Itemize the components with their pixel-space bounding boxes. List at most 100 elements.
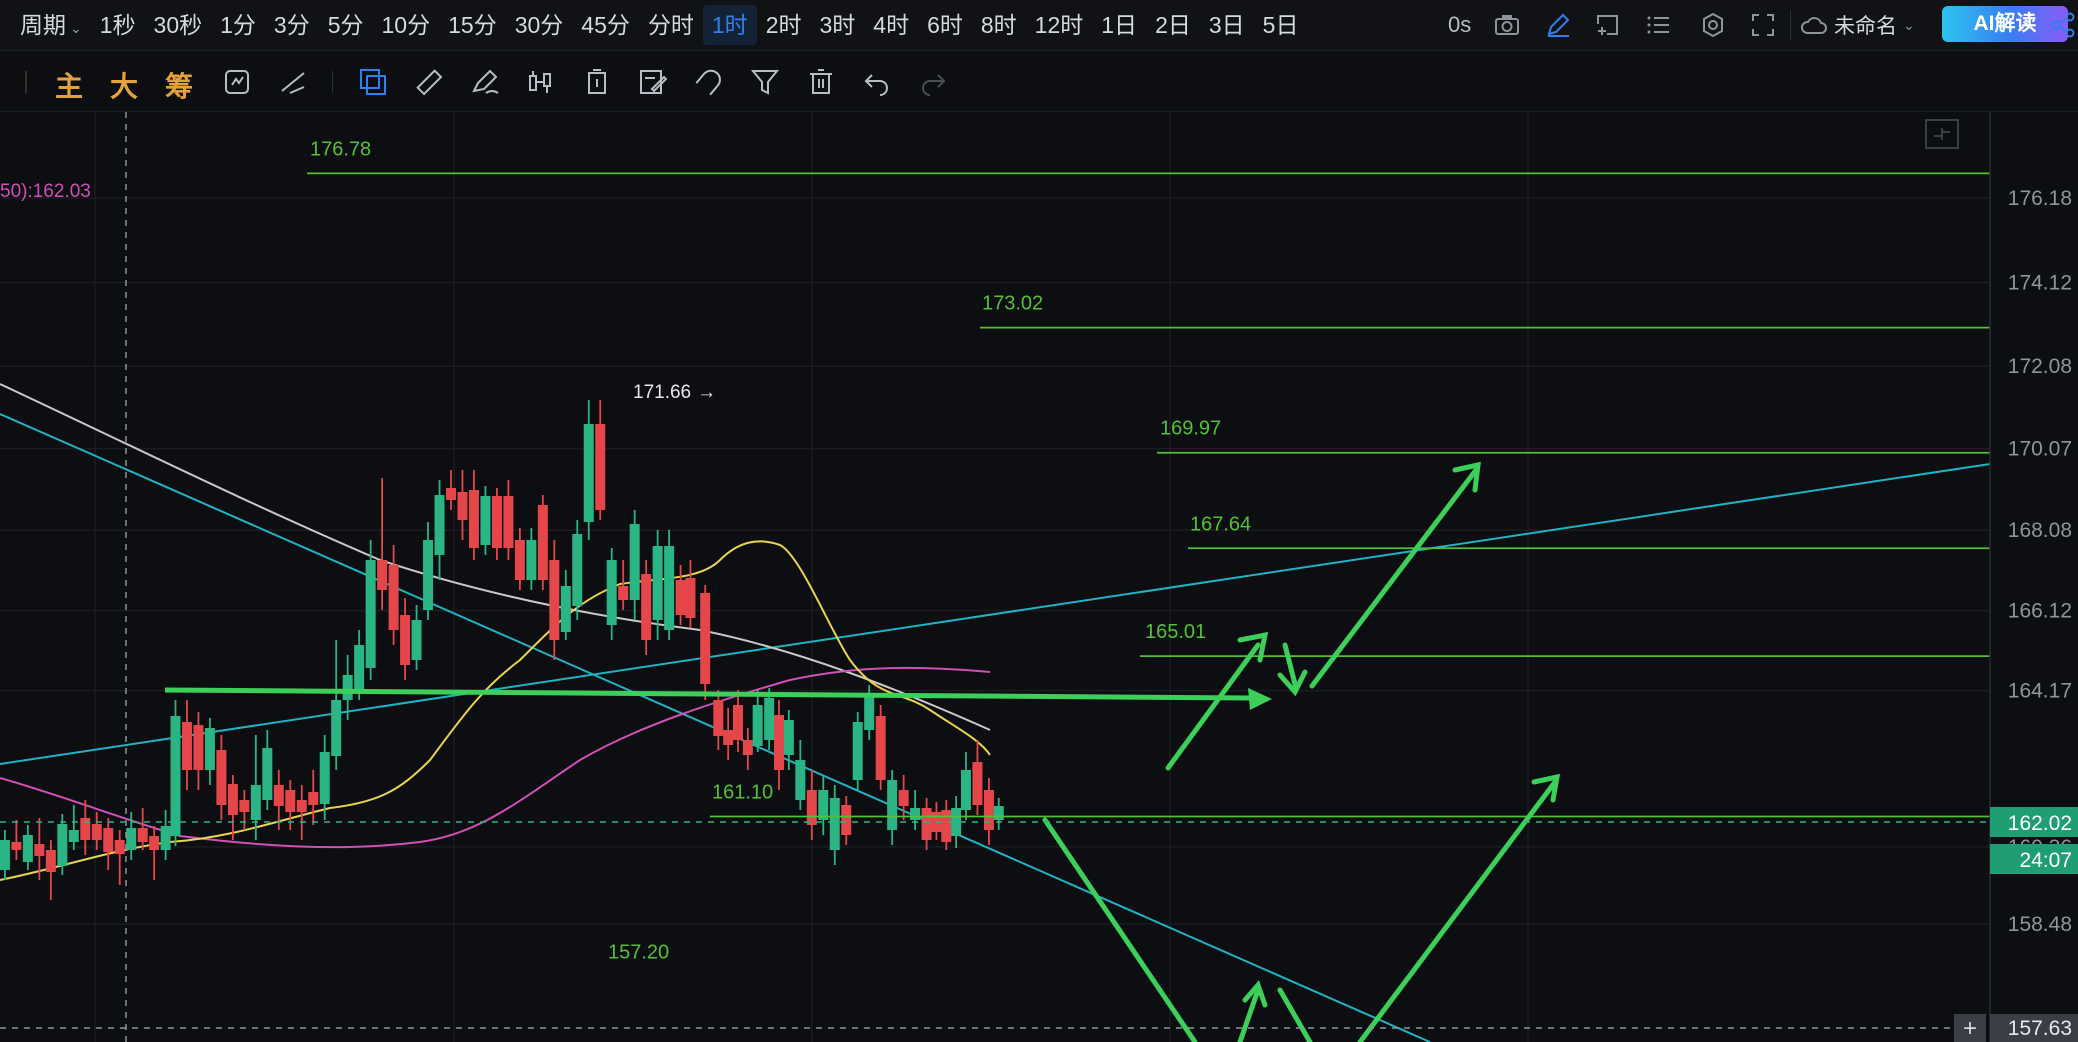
period-tab[interactable]: 2日 bbox=[1146, 5, 1200, 45]
candle bbox=[114, 830, 125, 885]
price-level-label: 161.10 bbox=[712, 782, 773, 804]
ma-value-label: 50):162.03 bbox=[0, 181, 91, 202]
period-dropdown[interactable]: 周期 ⌄ bbox=[0, 5, 91, 45]
candle bbox=[921, 798, 932, 850]
price-axis-label: 164.17 bbox=[2008, 680, 2072, 703]
period-tab[interactable]: 6时 bbox=[918, 5, 972, 45]
candle bbox=[572, 520, 583, 620]
candle bbox=[526, 528, 537, 590]
brush-icon[interactable] bbox=[470, 67, 500, 97]
candle bbox=[365, 540, 376, 680]
candle bbox=[700, 585, 711, 700]
layout-name-dropdown[interactable]: 未命名 ⌄ bbox=[1800, 10, 1915, 40]
candle bbox=[774, 700, 784, 790]
plus-icon: + bbox=[1963, 1015, 1977, 1042]
period-tab[interactable]: 10分 bbox=[373, 5, 440, 45]
indicator-main[interactable]: 主 bbox=[55, 65, 83, 105]
candle bbox=[480, 486, 491, 555]
candles-icon[interactable] bbox=[526, 67, 556, 97]
period-tab[interactable]: 1秒 bbox=[91, 5, 145, 45]
period-list: 周期 ⌄ 1秒 30秒 1分 3分 5分 10分 15分 30分 45分 分时 1时 2时 3时 4时 6时 8时… bbox=[0, 5, 1307, 45]
cloud-icon bbox=[1801, 17, 1827, 34]
drawing-toolbar: 主 大 筹 bbox=[0, 51, 2078, 112]
period-tab[interactable]: 30分 bbox=[506, 5, 573, 45]
candle bbox=[181, 700, 192, 790]
trend-tool-icon[interactable] bbox=[278, 67, 308, 97]
current-price-label: 162.02 bbox=[2008, 812, 2072, 835]
price-axis-label: 158.48 bbox=[2008, 913, 2072, 936]
share-icon[interactable] bbox=[2050, 12, 2076, 43]
period-tab[interactable]: 1时 bbox=[702, 5, 757, 45]
period-tab[interactable]: 5分 bbox=[319, 5, 373, 45]
note-edit-icon[interactable] bbox=[638, 67, 668, 97]
period-tab[interactable]: 1日 bbox=[1092, 5, 1146, 45]
arrow-down-bottom bbox=[1277, 987, 1313, 1042]
price-axis-label: 166.12 bbox=[2008, 600, 2072, 623]
candle bbox=[764, 688, 775, 750]
candle bbox=[137, 808, 148, 850]
candle bbox=[250, 735, 261, 840]
candle bbox=[664, 530, 675, 640]
fullscreen-icon[interactable] bbox=[1750, 12, 1776, 38]
magnet-icon[interactable] bbox=[694, 67, 724, 97]
trash-icon[interactable] bbox=[806, 67, 836, 97]
ma-white-line bbox=[0, 383, 991, 731]
period-tab[interactable]: 2时 bbox=[757, 5, 811, 45]
period-toolbar: 周期 ⌄ 1秒 30秒 1分 3分 5分 10分 15分 30分 45分 分时 1时 2时 3时 4时 6时 8时… bbox=[0, 0, 2078, 51]
draw-pencil-icon[interactable] bbox=[1545, 12, 1571, 38]
trend-line-cyan-ascending[interactable] bbox=[0, 463, 1991, 765]
period-tab[interactable]: 1分 bbox=[211, 5, 265, 45]
candle bbox=[193, 712, 204, 790]
list-settings-icon[interactable] bbox=[1646, 12, 1672, 38]
candle bbox=[68, 805, 79, 850]
candle bbox=[204, 718, 215, 785]
indicator-big[interactable]: 大 bbox=[110, 65, 138, 105]
price-axis-label: 170.07 bbox=[2008, 438, 2072, 461]
price-level-label: 157.20 bbox=[608, 942, 669, 964]
candles bbox=[0, 400, 1004, 900]
candle bbox=[0, 830, 10, 880]
candle bbox=[560, 570, 571, 640]
period-tab[interactable]: 45分 bbox=[572, 5, 639, 45]
ruler-icon[interactable] bbox=[414, 67, 444, 97]
undo-icon[interactable] bbox=[862, 67, 892, 97]
price-level-label: 165.01 bbox=[1145, 621, 1206, 643]
layout-name-label: 未命名 bbox=[1834, 15, 1897, 38]
crosshair-price-label: 157.63 bbox=[2008, 1017, 2072, 1040]
candle bbox=[641, 560, 652, 655]
new-window-icon[interactable] bbox=[1595, 12, 1621, 38]
period-tab[interactable]: 4时 bbox=[864, 5, 918, 45]
candle bbox=[468, 470, 479, 560]
price-level-label: 169.97 bbox=[1160, 418, 1221, 440]
projection-arrows bbox=[1042, 461, 1561, 1042]
period-tab[interactable]: 15分 bbox=[439, 5, 506, 45]
period-tab[interactable]: 3时 bbox=[810, 5, 864, 45]
period-tab[interactable]: 8时 bbox=[972, 5, 1026, 45]
indicator-chips[interactable]: 筹 bbox=[165, 65, 193, 105]
replay-icon[interactable] bbox=[222, 67, 252, 97]
period-tab[interactable]: 3日 bbox=[1200, 5, 1254, 45]
period-tab[interactable]: 12时 bbox=[1026, 5, 1093, 45]
price-level-label: 167.64 bbox=[1190, 513, 1251, 535]
candle bbox=[742, 728, 753, 770]
arrow-up-3 bbox=[1357, 779, 1558, 1042]
price-axis-label: 176.18 bbox=[2008, 187, 2072, 210]
gear-icon[interactable] bbox=[1700, 12, 1726, 38]
candle bbox=[227, 775, 238, 840]
filter-icon[interactable] bbox=[750, 67, 780, 97]
candle bbox=[514, 528, 525, 590]
camera-icon[interactable] bbox=[1494, 12, 1520, 38]
high-price-marker: 171.66 → bbox=[633, 382, 716, 403]
candle bbox=[795, 740, 806, 810]
period-tab[interactable]: 3分 bbox=[265, 5, 319, 45]
candle bbox=[491, 488, 502, 560]
clipboard-icon[interactable] bbox=[582, 67, 612, 97]
period-tab[interactable]: 30秒 bbox=[145, 5, 212, 45]
candle bbox=[931, 802, 942, 840]
period-tab[interactable]: 5日 bbox=[1254, 5, 1308, 45]
layers-icon[interactable] bbox=[358, 67, 388, 97]
candle bbox=[57, 814, 68, 875]
candle bbox=[319, 735, 330, 820]
period-tab[interactable]: 分时 bbox=[639, 5, 703, 45]
candlestick-chart[interactable]: 176.78 173.02 169.97 167.64 165.01 161.10 157.… bbox=[0, 112, 2078, 1042]
